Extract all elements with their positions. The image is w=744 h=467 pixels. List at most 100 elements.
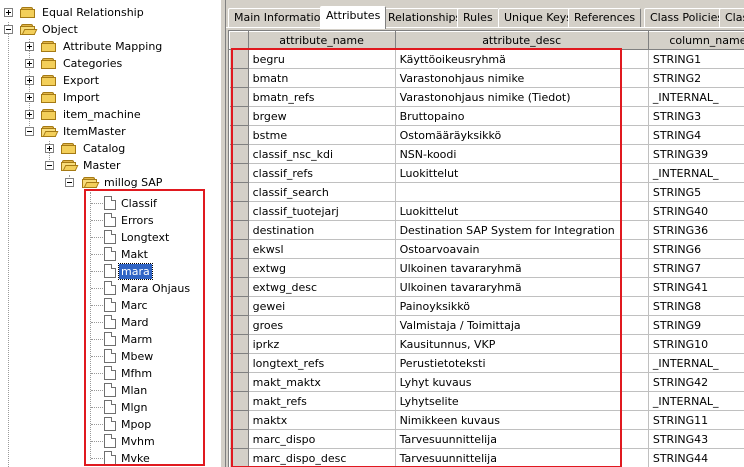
row-header[interactable]: [229, 182, 249, 202]
collapse-minus-icon[interactable]: [65, 178, 74, 187]
table-row[interactable]: groes Valmistaja / Toimittaja STRING9: [229, 315, 744, 335]
cell-attribute-desc[interactable]: Kausitunnus, VKP: [395, 334, 649, 354]
table-row[interactable]: classif_refs Luokittelut _INTERNAL_: [229, 163, 744, 183]
cell-column-name[interactable]: _INTERNAL_: [648, 353, 744, 373]
table-row[interactable]: bmatn Varastonohjaus nimike STRING2: [229, 68, 744, 88]
cell-column-name[interactable]: _INTERNAL_: [648, 391, 744, 411]
cell-attribute-desc[interactable]: Bruttopaino: [395, 106, 649, 126]
table-row[interactable]: bmatn_refs Varastonohjaus nimike (Tiedot)…: [229, 87, 744, 107]
row-header[interactable]: [229, 68, 249, 88]
cell-attribute-desc[interactable]: Ostomääräyksikkö: [395, 125, 649, 145]
cell-column-name[interactable]: STRING10: [648, 334, 744, 354]
row-header[interactable]: [229, 429, 249, 449]
tree-class-item[interactable]: mara: [0, 263, 200, 280]
cell-attribute-desc[interactable]: Valmistaja / Toimittaja: [395, 315, 649, 335]
expand-plus-icon[interactable]: [25, 93, 34, 102]
table-row[interactable]: extwg Ulkoinen tavararyhmä STRING7: [229, 258, 744, 278]
table-row[interactable]: brgew Bruttopaino STRING3: [229, 106, 744, 126]
cell-attribute-desc[interactable]: Perustietoteksti: [395, 353, 649, 373]
tab-relationships[interactable]: Relationships: [382, 8, 468, 27]
table-row[interactable]: classif_tuotejarj Luokittelut STRING40: [229, 201, 744, 221]
row-header[interactable]: [229, 296, 249, 316]
expand-plus-icon[interactable]: [25, 42, 34, 51]
row-header[interactable]: [229, 448, 249, 467]
cell-column-name[interactable]: STRING44: [648, 448, 744, 467]
cell-column-name[interactable]: STRING8: [648, 296, 744, 316]
row-header[interactable]: [229, 258, 249, 278]
tree-class-item[interactable]: Longtext: [0, 229, 200, 246]
cell-attribute-name[interactable]: maktx: [248, 410, 396, 430]
table-row[interactable]: marc_dispo_desc Tarvesuunnittelija STRING4…: [229, 448, 744, 467]
row-header[interactable]: [229, 239, 249, 259]
cell-attribute-desc[interactable]: Varastonohjaus nimike: [395, 68, 649, 88]
table-row[interactable]: classif_search STRING5: [229, 182, 744, 202]
tree-node[interactable]: millog SAP: [0, 174, 220, 191]
cell-attribute-name[interactable]: classif_refs: [248, 163, 396, 183]
tab-rules[interactable]: Rules: [457, 8, 499, 27]
table-row[interactable]: iprkz Kausitunnus, VKP STRING10: [229, 334, 744, 354]
row-header[interactable]: [229, 353, 249, 373]
row-header[interactable]: [229, 220, 249, 240]
cell-attribute-desc[interactable]: Varastonohjaus nimike (Tiedot): [395, 87, 649, 107]
collapse-minus-icon[interactable]: [25, 127, 34, 136]
expand-plus-icon[interactable]: [4, 8, 13, 17]
cell-column-name[interactable]: STRING4: [648, 125, 744, 145]
cell-attribute-desc[interactable]: [395, 182, 649, 202]
cell-attribute-desc[interactable]: Ulkoinen tavararyhmä: [395, 277, 649, 297]
tree-class-item[interactable]: Mvke: [0, 450, 200, 467]
row-header[interactable]: [229, 410, 249, 430]
cell-column-name[interactable]: STRING40: [648, 201, 744, 221]
row-header[interactable]: [229, 334, 249, 354]
cell-attribute-name[interactable]: makt_refs: [248, 391, 396, 411]
tree-class-item[interactable]: Classif: [0, 195, 200, 212]
cell-attribute-desc[interactable]: Ulkoinen tavararyhmä: [395, 258, 649, 278]
row-header[interactable]: [229, 372, 249, 392]
table-row[interactable]: marc_dispo Tarvesuunnittelija STRING43: [229, 429, 744, 449]
cell-attribute-desc[interactable]: Tarvesuunnittelija: [395, 429, 649, 449]
tree-class-item[interactable]: Marm: [0, 331, 200, 348]
cell-attribute-name[interactable]: begru: [248, 49, 396, 69]
tree-class-item[interactable]: Mbew: [0, 348, 200, 365]
cell-attribute-name[interactable]: classif_tuotejarj: [248, 201, 396, 221]
tab-references[interactable]: References: [568, 8, 642, 27]
table-row[interactable]: gewei Painoyksikkö STRING8: [229, 296, 744, 316]
expand-plus-icon[interactable]: [25, 59, 34, 68]
column-header-column-name[interactable]: column_name: [647, 31, 744, 50]
table-row[interactable]: makt_refs Lyhytselite _INTERNAL_: [229, 391, 744, 411]
tab-main-information[interactable]: Main Information: [228, 8, 334, 27]
cell-attribute-name[interactable]: longtext_refs: [248, 353, 396, 373]
row-header[interactable]: [229, 315, 249, 335]
expand-plus-icon[interactable]: [25, 76, 34, 85]
tree-node[interactable]: Object: [0, 21, 220, 38]
expand-plus-icon[interactable]: [45, 144, 54, 153]
collapse-minus-icon[interactable]: [45, 161, 54, 170]
cell-attribute-name[interactable]: brgew: [248, 106, 396, 126]
cell-column-name[interactable]: STRING43: [648, 429, 744, 449]
tree-class-item[interactable]: Mara Ohjaus: [0, 280, 200, 297]
cell-column-name[interactable]: STRING41: [648, 277, 744, 297]
cell-attribute-name[interactable]: bmatn_refs: [248, 87, 396, 107]
row-header[interactable]: [229, 87, 249, 107]
row-header[interactable]: [229, 201, 249, 221]
cell-attribute-name[interactable]: iprkz: [248, 334, 396, 354]
cell-attribute-desc[interactable]: Tarvesuunnittelija: [395, 448, 649, 467]
tree-class-item[interactable]: Makt: [0, 246, 200, 263]
tab-class[interactable]: Class: [719, 8, 744, 27]
row-header[interactable]: [229, 144, 249, 164]
collapse-minus-icon[interactable]: [4, 25, 13, 34]
tree-node[interactable]: Categories: [0, 55, 220, 72]
tree-node[interactable]: ItemMaster: [0, 123, 220, 140]
cell-attribute-desc[interactable]: Käyttöoikeusryhmä: [395, 49, 649, 69]
tab-attributes[interactable]: Attributes: [320, 6, 387, 29]
row-header[interactable]: [229, 106, 249, 126]
row-header[interactable]: [229, 49, 249, 69]
cell-column-name[interactable]: STRING5: [648, 182, 744, 202]
tree-node[interactable]: Equal Relationship: [0, 4, 220, 21]
tree-class-item[interactable]: Mard: [0, 314, 200, 331]
tree-class-item[interactable]: Errors: [0, 212, 200, 229]
cell-attribute-desc[interactable]: Painoyksikkö: [395, 296, 649, 316]
tree-class-item[interactable]: Mpop: [0, 416, 200, 433]
cell-column-name[interactable]: STRING39: [648, 144, 744, 164]
cell-attribute-desc[interactable]: Destination SAP System for Integration: [395, 220, 649, 240]
cell-column-name[interactable]: STRING6: [648, 239, 744, 259]
